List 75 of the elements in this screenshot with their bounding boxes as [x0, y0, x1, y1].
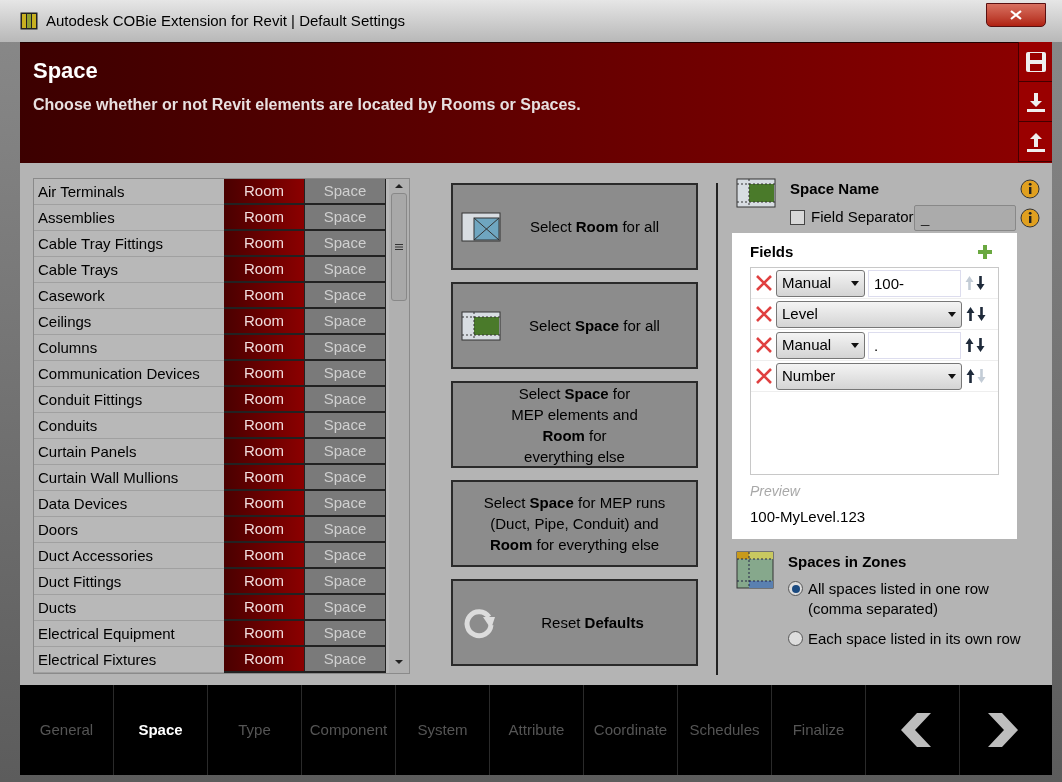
save-button[interactable]	[1018, 42, 1052, 82]
up-arrow-icon[interactable]	[966, 368, 975, 384]
page-title: Space	[33, 57, 99, 85]
action-button[interactable]: Select Space for MEP elements and Room for everything else	[451, 381, 698, 468]
caret-icon	[948, 311, 956, 317]
room-toggle[interactable]: Room	[224, 231, 305, 257]
section-title: Spaces in Zones	[788, 551, 908, 572]
room-toggle[interactable]: Room	[224, 439, 305, 465]
scroll-thumb[interactable]	[391, 193, 407, 301]
room-toggle[interactable]: Room	[224, 595, 305, 621]
room-toggle[interactable]: Room	[224, 257, 305, 283]
room-toggle[interactable]: Room	[224, 621, 305, 647]
room-toggle[interactable]: Room	[224, 361, 305, 387]
room-toggle[interactable]: Room	[224, 283, 305, 309]
close-button[interactable]	[986, 3, 1046, 27]
room-toggle[interactable]: Room	[224, 335, 305, 361]
room-toggle[interactable]: Room	[224, 413, 305, 439]
action-button[interactable]: Reset Defaults	[451, 579, 698, 666]
section-title: Space Name	[790, 179, 880, 199]
space-icon	[736, 178, 776, 208]
close-icon	[1010, 10, 1022, 20]
room-toggle[interactable]: Room	[224, 543, 305, 569]
app-logo-icon	[20, 12, 38, 30]
source-dropdown[interactable]: Manual	[776, 331, 865, 359]
save-icon	[1024, 50, 1047, 73]
fields-title: Fields	[750, 241, 794, 262]
download-icon	[1024, 90, 1047, 113]
grip-icon	[395, 244, 403, 250]
page-subtitle: Choose whether or not Revit elements are located by Rooms or Spaces.	[33, 94, 582, 115]
room-toggle[interactable]: Room	[224, 309, 305, 335]
room-toggle[interactable]: Room	[224, 517, 305, 543]
zone-icon	[736, 550, 774, 589]
room-icon	[461, 211, 501, 242]
remove-icon[interactable]	[755, 306, 773, 322]
source-dropdown[interactable]: Number	[776, 362, 962, 390]
upload-icon	[1024, 130, 1047, 153]
remove-icon[interactable]	[755, 275, 773, 291]
download-button[interactable]	[1018, 82, 1052, 122]
room-toggle[interactable]: Room	[224, 387, 305, 413]
down-arrow-icon[interactable]	[976, 275, 985, 291]
preview-text: 100-MyLevel.123	[750, 507, 867, 527]
nav-tab[interactable]: Space	[114, 685, 208, 775]
info-icon[interactable]	[1020, 179, 1040, 200]
room-toggle[interactable]: Room	[224, 647, 305, 673]
zone-radio-option[interactable]: Each space listed in its own row	[788, 629, 1021, 649]
up-arrow-icon[interactable]	[965, 337, 974, 353]
room-toggle[interactable]: Room	[224, 491, 305, 517]
space-icon	[461, 310, 501, 341]
preview-label: Preview	[750, 482, 802, 501]
radio-button[interactable]	[788, 631, 803, 646]
value-field[interactable]: .	[868, 331, 961, 359]
source-dropdown[interactable]: Level	[776, 300, 962, 328]
action-button[interactable]: Select Space for MEP runs (Duct, Pipe, Conduit) and Room for everything else	[451, 480, 698, 567]
remove-icon[interactable]	[755, 368, 773, 384]
action-button[interactable]: Select Space for all	[451, 282, 698, 369]
caret-icon	[851, 280, 859, 286]
room-toggle[interactable]: Room	[224, 465, 305, 491]
room-toggle[interactable]: Room	[224, 179, 305, 205]
remove-icon[interactable]	[755, 337, 773, 353]
down-arrow-icon[interactable]	[976, 337, 985, 353]
down-arrow-icon[interactable]	[977, 306, 986, 322]
window-title: Autodesk COBie Extension for Revit | Default Settings	[46, 10, 406, 31]
room-toggle[interactable]: Room	[224, 569, 305, 595]
action-button[interactable]: Select Room for all	[451, 183, 698, 270]
value-field[interactable]: 100-	[868, 269, 961, 297]
room-toggle[interactable]: Room	[224, 205, 305, 231]
radio-button[interactable]	[788, 581, 803, 596]
upload-button[interactable]	[1018, 122, 1052, 162]
caret-icon	[851, 342, 859, 348]
caret-icon	[948, 373, 956, 379]
up-arrow-icon[interactable]	[966, 306, 975, 322]
source-dropdown[interactable]: Manual	[776, 269, 865, 297]
info-icon[interactable]	[1020, 207, 1040, 228]
zone-radio-option[interactable]: All spaces listed in one row (comma separated)	[788, 579, 1021, 619]
add-icon[interactable]	[977, 243, 993, 260]
